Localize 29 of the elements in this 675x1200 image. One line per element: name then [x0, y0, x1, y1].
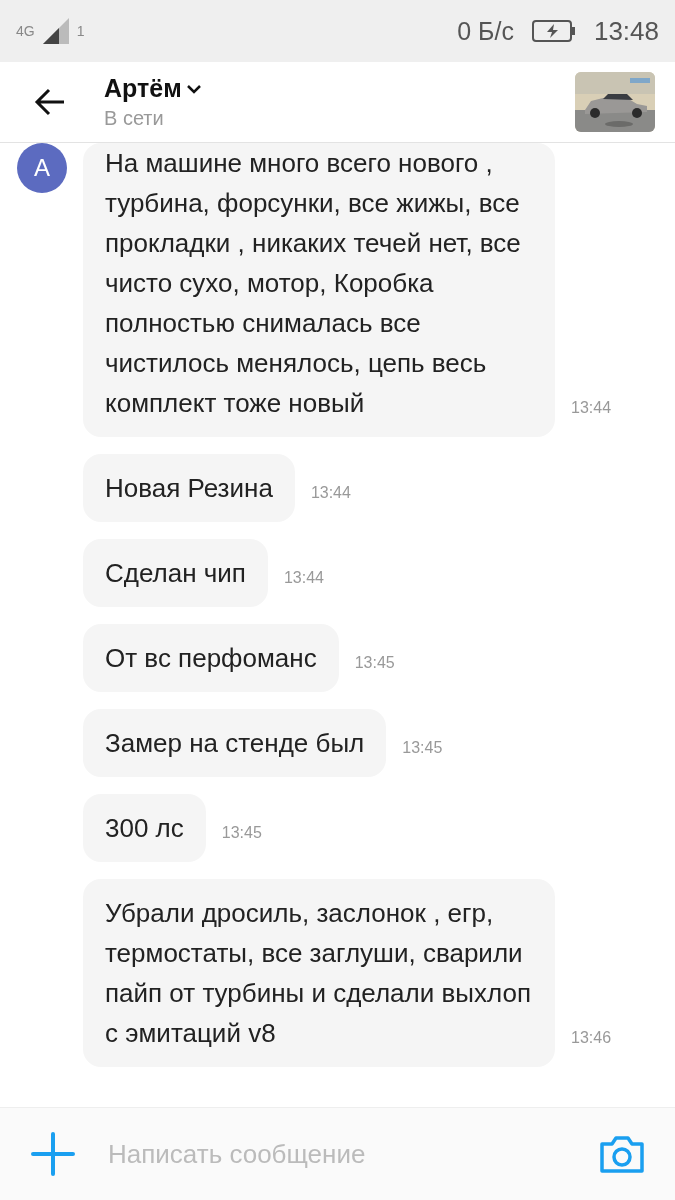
message-bubble: На машине много всего нового , турбина, форсунки, все жижы, все прокладки , никаких течей нет, все чисто сухо, мотор, Коробка полностью снималась все чистилось менялось, цепь весь комплект тоже новый [83, 143, 555, 437]
message-time: 13:46 [571, 1029, 612, 1047]
network-type: 4G [16, 23, 35, 39]
message-bubble: От вс перфоманс [83, 624, 339, 692]
sim-number: 1 [76, 23, 85, 39]
message-bubble: Замер на стенде был [83, 709, 387, 777]
battery-icon [531, 20, 576, 42]
message-bubble: 300 лс [83, 794, 206, 862]
network-speed: 0 Б/с [457, 16, 514, 46]
composer-bar[interactable]: Написать сообщение [0, 1107, 675, 1200]
message-time: 13:45 [221, 824, 262, 842]
signal-icon [42, 18, 69, 44]
clock: 13:48 [593, 15, 659, 47]
back-arrow-icon[interactable] [34, 88, 66, 116]
message-time: 13:44 [310, 484, 351, 502]
message-time: 13:45 [402, 739, 443, 757]
message-input[interactable]: Написать сообщение [106, 1137, 599, 1171]
online-status: В сети [104, 107, 165, 130]
message-time: 13:44 [283, 569, 324, 587]
contact-name[interactable]: Артём [104, 74, 182, 103]
camera-icon[interactable] [599, 1134, 645, 1174]
message-time: 13:44 [571, 399, 612, 417]
chevron-down-icon[interactable] [185, 83, 202, 94]
message-time: 13:45 [354, 654, 395, 672]
message-bubble: Убрали дросиль, заслонок , егр, термостаты, все заглуши, сварили пайп от турбины и сделали выхлоп с эмитаций v8 [83, 879, 555, 1067]
avatar[interactable]: A [17, 143, 67, 193]
message-bubble: Сделан чип [83, 539, 268, 607]
message-bubble: Новая Резина [83, 454, 295, 522]
plus-icon[interactable] [30, 1131, 76, 1177]
